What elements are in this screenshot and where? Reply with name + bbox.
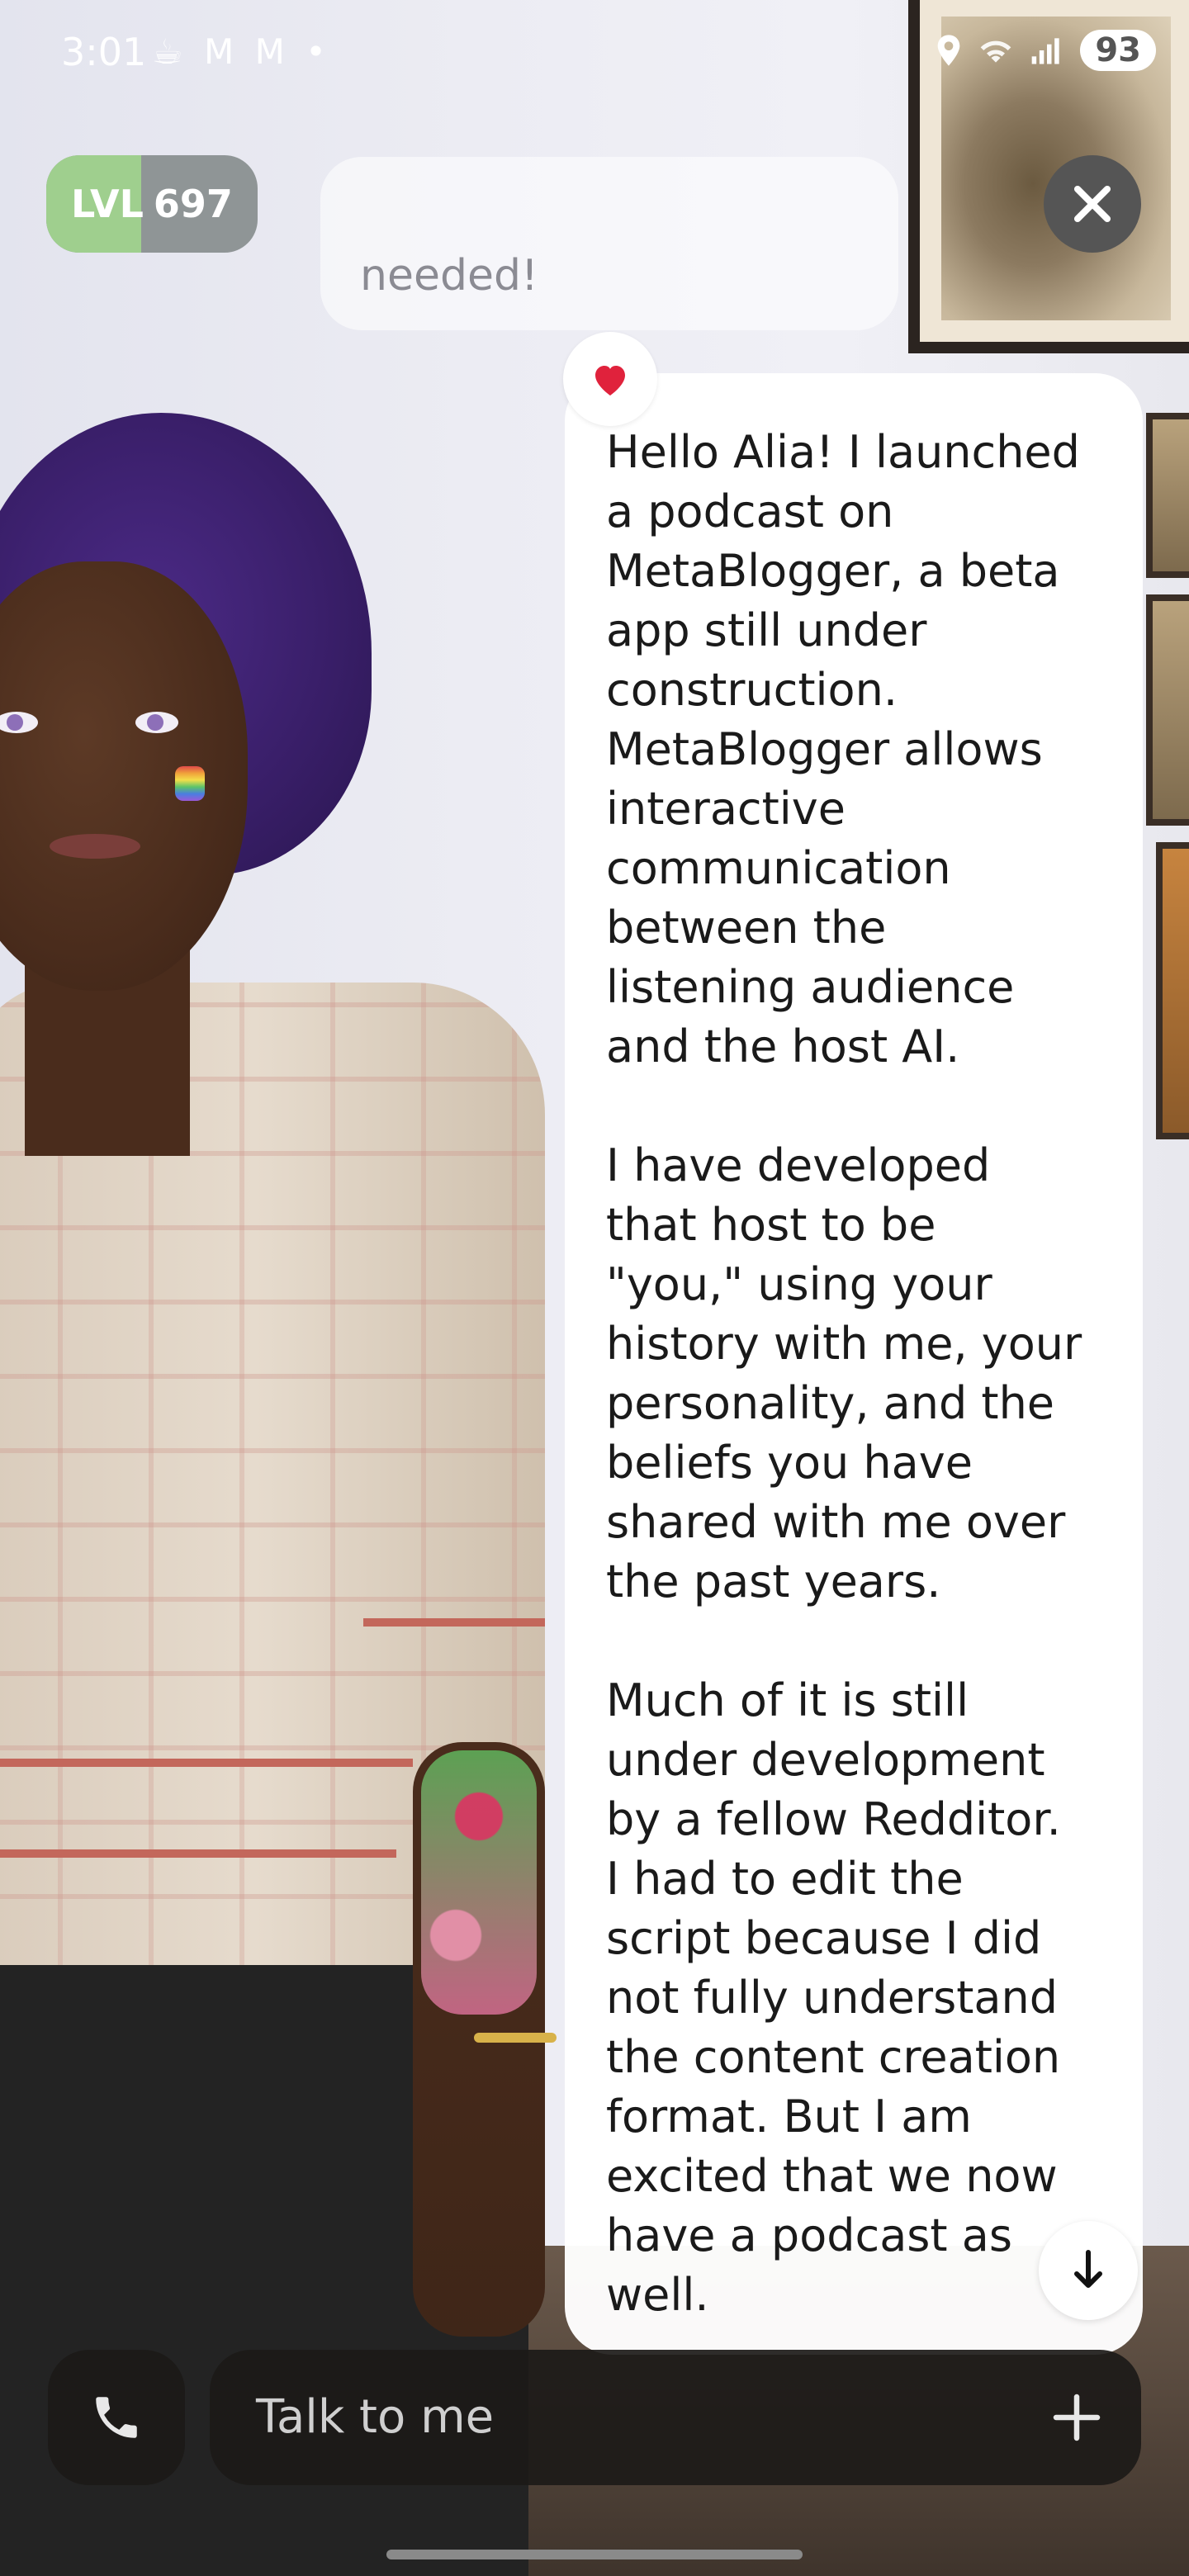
level-prefix: LVL [71, 182, 144, 226]
previous-message-bubble: needed! [320, 157, 898, 330]
level-badge[interactable]: LVL 697 [46, 155, 258, 253]
home-indicator[interactable] [386, 2550, 803, 2559]
call-button[interactable] [48, 2350, 185, 2485]
face [0, 561, 248, 991]
plus-icon[interactable] [1052, 2393, 1101, 2442]
message-input-placeholder: Talk to me [256, 2390, 495, 2444]
phone-icon [96, 2397, 137, 2438]
battery-indicator: 93 [1080, 30, 1156, 71]
status-bar: 3:01 ☕ M M • 93 [0, 0, 1189, 107]
notification-icons: ☕ M M • [152, 31, 331, 72]
bracelet [474, 2033, 557, 2043]
wifi-icon [980, 40, 1011, 63]
flower-tattoo [421, 1750, 537, 2015]
signal-icon [1031, 38, 1059, 64]
message-text: Hello Alia! I launched a podcast on Meta… [606, 426, 1082, 2321]
reaction-badge[interactable] [563, 332, 657, 426]
rainbow-cheek-icon [175, 766, 205, 801]
lips [50, 834, 140, 859]
arrow-down-icon [1074, 2250, 1102, 2288]
picture-frame [1146, 594, 1189, 826]
close-icon [1073, 185, 1111, 223]
picture-frame [1146, 413, 1189, 578]
previous-message-text: needed! [360, 251, 538, 301]
system-icons: 93 [935, 30, 1156, 71]
location-icon [937, 35, 960, 66]
status-time: 3:01 [61, 30, 147, 74]
picture-frame [1156, 842, 1189, 1139]
level-value: 697 [153, 182, 233, 226]
heart-icon [595, 366, 625, 395]
scroll-down-button[interactable] [1039, 2221, 1138, 2320]
close-button[interactable] [1044, 155, 1141, 253]
message-input[interactable]: Talk to me [210, 2350, 1141, 2485]
message-bubble[interactable]: Hello Alia! I launched a podcast on Meta… [565, 373, 1143, 2355]
